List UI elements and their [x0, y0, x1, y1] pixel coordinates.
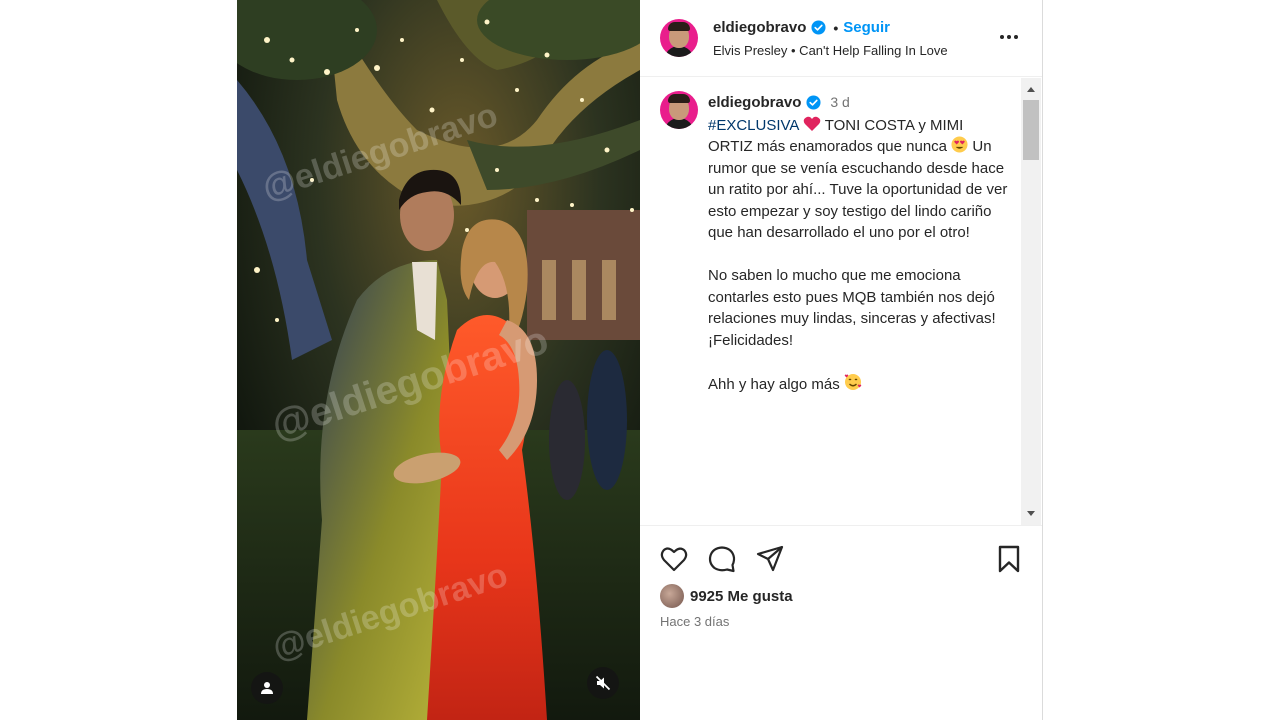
- audio-track-link[interactable]: Elvis Presley • Can't Help Falling In Lo…: [713, 43, 948, 58]
- scrollbar-thumb[interactable]: [1023, 100, 1039, 160]
- post-header: eldiegobravo • Seguir Elvis Presley • Ca…: [640, 0, 1042, 77]
- follow-button[interactable]: Seguir: [843, 19, 890, 36]
- bookmark-icon[interactable]: [994, 544, 1024, 574]
- caption-scrollbar[interactable]: [1021, 78, 1041, 525]
- post-side-panel: eldiegobravo • Seguir Elvis Presley • Ca…: [640, 0, 1043, 720]
- heart-outline-icon[interactable]: [659, 544, 689, 574]
- more-options-button[interactable]: [996, 27, 1022, 47]
- caption-author-avatar[interactable]: [660, 91, 698, 129]
- paper-plane-icon[interactable]: [755, 544, 785, 574]
- smiling-face-with-hearts-emoji-icon: [844, 373, 862, 390]
- ellipsis-icon: [1000, 35, 1004, 39]
- post-photo: @eldiegobravo @eldiegobravo @eldiegobrav…: [237, 0, 640, 720]
- caption-scroll-area[interactable]: eldiegobravo 3 d #EXCLUSIVA TONI COSTA y…: [640, 78, 1042, 526]
- post-actions: 9925 Me gusta Hace 3 días: [640, 527, 1042, 720]
- scroll-down-arrow-icon[interactable]: [1027, 511, 1035, 516]
- header-separator: •: [833, 19, 839, 36]
- caption-paragraph-2: No saben lo mucho que me emociona contar…: [708, 267, 996, 349]
- author-line: eldiegobravo • Seguir: [713, 19, 890, 36]
- user-tag-icon: [261, 682, 273, 694]
- scroll-up-arrow-icon[interactable]: [1027, 87, 1035, 92]
- liker-avatar: [660, 584, 684, 608]
- speech-bubble-icon[interactable]: [707, 544, 737, 574]
- heart-eyes-emoji-icon: [951, 136, 968, 153]
- likes-summary[interactable]: 9925 Me gusta: [660, 584, 793, 608]
- mute-toggle-button[interactable]: [587, 667, 619, 699]
- author-username[interactable]: eldiegobravo: [713, 19, 806, 36]
- verified-badge-icon: [806, 95, 821, 110]
- caption-paragraph-3: Ahh y hay algo más: [708, 375, 840, 393]
- likes-count[interactable]: 9925 Me gusta: [690, 588, 793, 605]
- author-avatar[interactable]: [660, 19, 698, 57]
- caption-timestamp[interactable]: 3 d: [830, 92, 849, 114]
- post-media[interactable]: @eldiegobravo @eldiegobravo @eldiegobrav…: [237, 0, 640, 720]
- tagged-users-button[interactable]: [251, 672, 283, 704]
- red-heart-icon: [803, 116, 821, 131]
- post-date[interactable]: Hace 3 días: [660, 614, 729, 629]
- caption: eldiegobravo 3 d #EXCLUSIVA TONI COSTA y…: [708, 92, 1008, 395]
- speaker-muted-icon: [595, 675, 611, 691]
- verified-badge-icon: [811, 20, 826, 35]
- caption-username[interactable]: eldiegobravo: [708, 92, 801, 114]
- hashtag-link[interactable]: #EXCLUSIVA: [708, 117, 799, 134]
